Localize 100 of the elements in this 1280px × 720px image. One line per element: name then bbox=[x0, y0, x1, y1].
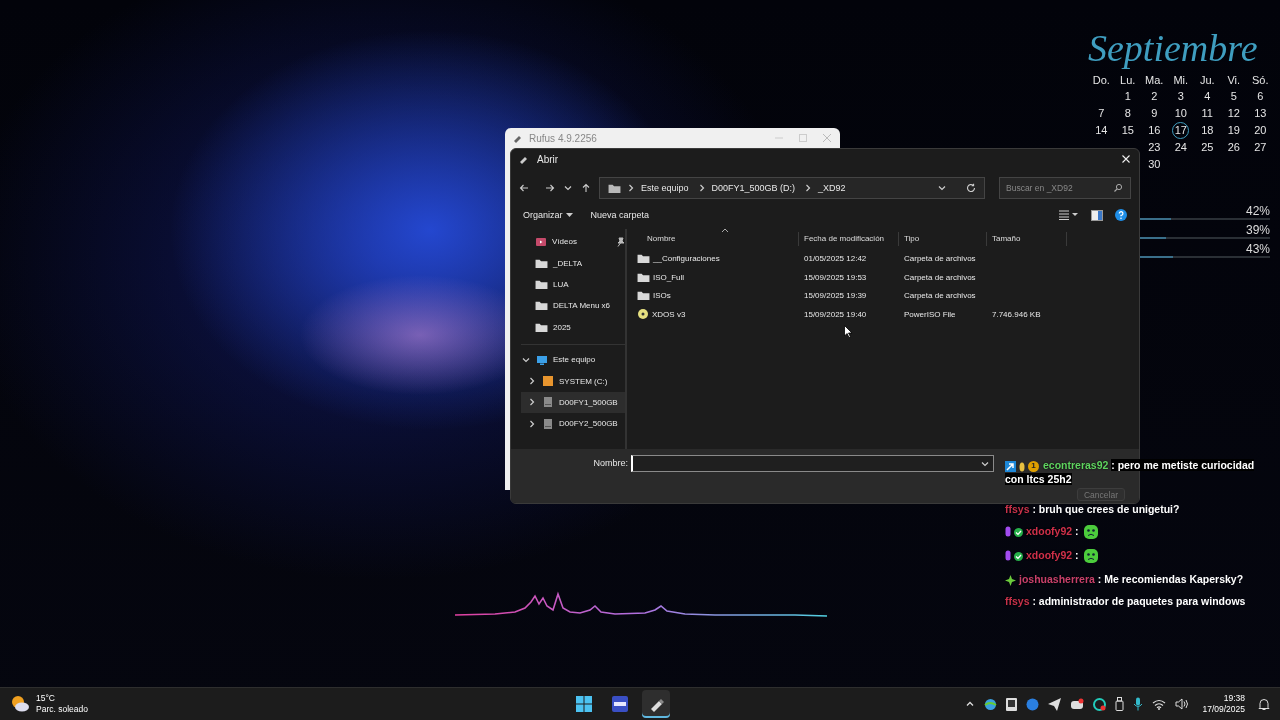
speaker-icon[interactable] bbox=[1175, 698, 1190, 710]
breadcrumb[interactable]: D00FY1_500GB (D:) bbox=[711, 183, 796, 193]
filename-field[interactable] bbox=[631, 455, 994, 472]
help-icon[interactable] bbox=[1115, 209, 1127, 221]
file-name[interactable]: ISOs bbox=[653, 291, 671, 301]
weekday-label: Lu. bbox=[1119, 74, 1137, 88]
usb-drive-icon[interactable] bbox=[1115, 697, 1125, 711]
preview-pane-icon[interactable] bbox=[1091, 209, 1103, 221]
address-dropdown-icon[interactable] bbox=[937, 183, 947, 193]
back-arrow-icon[interactable] bbox=[519, 183, 529, 193]
chat-message: : bbox=[1075, 549, 1079, 562]
chat-username: xdoofy92 bbox=[1026, 549, 1073, 562]
toolbar-button[interactable]: Organizar bbox=[523, 210, 573, 220]
sidebar-item[interactable]: DELTA Menu x6 bbox=[521, 295, 625, 317]
calendar-day: 15 bbox=[1121, 122, 1134, 139]
game-launcher-icon[interactable] bbox=[1006, 697, 1018, 711]
weekday-label: Do. bbox=[1091, 74, 1111, 88]
chevron-up-icon[interactable] bbox=[965, 699, 976, 709]
clock-time: 19:38 bbox=[1223, 693, 1245, 704]
sidebar-item[interactable]: Este equipo bbox=[521, 348, 625, 371]
refresh-icon[interactable] bbox=[966, 183, 976, 193]
column-header[interactable]: Fecha de modificación bbox=[799, 232, 899, 246]
chat-message: : bruh que crees de unigetui? bbox=[1032, 503, 1180, 515]
chat-message: : bbox=[1075, 525, 1079, 537]
file-name[interactable]: __Configuraciones bbox=[653, 253, 720, 263]
microphone-badge-icon bbox=[1005, 526, 1011, 539]
sidebar-item[interactable]: Vídeos bbox=[521, 231, 625, 253]
calendar-day: 2 bbox=[1151, 88, 1158, 105]
calendar-day: 13 bbox=[1254, 105, 1267, 122]
sidebar-item[interactable]: D00FY1_500GB bbox=[521, 391, 625, 414]
column-header[interactable]: Nombre bbox=[627, 232, 799, 246]
weather-condition: Parc. soleado bbox=[36, 704, 88, 715]
recent-locations-icon[interactable] bbox=[563, 183, 573, 193]
calendar-month: Septiembre bbox=[1088, 26, 1258, 71]
weekday-label: Mi. bbox=[1172, 74, 1190, 88]
file-type: PowerISO File bbox=[903, 309, 957, 319]
calendar-day: 6 bbox=[1257, 88, 1264, 105]
temperature: 15°C bbox=[36, 693, 56, 704]
sidebar-item[interactable]: 2025 bbox=[521, 316, 625, 338]
weekday-label: Ju. bbox=[1198, 74, 1216, 88]
calendar-day: 10 bbox=[1174, 105, 1187, 122]
window-title: Rufus 4.9.2256 bbox=[529, 132, 597, 144]
notification-bell-icon[interactable] bbox=[1258, 697, 1270, 711]
calendar-day: 18 bbox=[1201, 122, 1214, 139]
caret-icon bbox=[565, 212, 573, 218]
usage-reading: 43% bbox=[1245, 242, 1270, 256]
folder-icon bbox=[535, 300, 548, 312]
file-size: 7.746.946 KB bbox=[991, 309, 1042, 319]
view-options-icon[interactable] bbox=[1059, 210, 1079, 220]
chat-username: ffsys bbox=[1005, 503, 1030, 515]
chevron-right-icon[interactable] bbox=[527, 418, 537, 429]
forward-arrow-icon[interactable] bbox=[545, 183, 555, 193]
folder-icon bbox=[637, 252, 650, 264]
shield-icon[interactable] bbox=[1026, 697, 1040, 711]
folder-icon bbox=[608, 182, 621, 194]
disc-icon bbox=[637, 308, 649, 321]
modified-date: 01/05/2025 12:42 bbox=[803, 253, 868, 263]
chat-username: xdoofy92 bbox=[1026, 525, 1073, 537]
file-name[interactable]: ISO_Full bbox=[653, 272, 685, 282]
address-bar[interactable]: Este equipo D00FY1_500GB (D:) _XD92 bbox=[599, 177, 985, 199]
calendar-day: 11 bbox=[1201, 105, 1213, 122]
chevron-right-icon[interactable] bbox=[527, 397, 537, 408]
sparkle-badge-icon bbox=[1005, 575, 1016, 587]
taskbar-app-button[interactable] bbox=[642, 690, 670, 718]
drive-icon bbox=[542, 417, 554, 430]
app-icon[interactable] bbox=[1093, 697, 1107, 711]
computer-icon bbox=[536, 353, 548, 366]
gamepad-icon[interactable] bbox=[1070, 697, 1085, 711]
sidebar-item[interactable]: _DELTA bbox=[521, 252, 625, 274]
clock-date: 17/09/2025 bbox=[1202, 704, 1245, 715]
column-header[interactable]: Tamaño bbox=[987, 232, 1067, 246]
microphone-icon[interactable] bbox=[1133, 697, 1144, 711]
paper-plane-icon[interactable] bbox=[1048, 697, 1062, 711]
sidebar-item[interactable]: LUA bbox=[521, 273, 625, 296]
toolbar-button[interactable]: Nueva carpeta bbox=[590, 210, 650, 220]
weekday-label: Vi. bbox=[1226, 74, 1242, 88]
folder-icon bbox=[637, 271, 650, 283]
breadcrumb[interactable]: _XD92 bbox=[818, 183, 846, 193]
search-icon bbox=[1113, 183, 1123, 193]
globe-icon[interactable] bbox=[984, 697, 998, 711]
check-badge-icon bbox=[1014, 527, 1023, 537]
calendar-day: 24 bbox=[1174, 139, 1187, 156]
chat-message: : administrador de paquetes para windows bbox=[1032, 595, 1246, 608]
drive-icon bbox=[542, 396, 554, 409]
file-type: Carpeta de archivos bbox=[903, 272, 977, 282]
column-header[interactable]: Tipo bbox=[899, 232, 987, 246]
sidebar-item[interactable]: D00FY2_500GB bbox=[521, 413, 625, 435]
wifi-icon[interactable] bbox=[1152, 698, 1167, 710]
modified-date: 15/09/2025 19:39 bbox=[803, 291, 868, 301]
search-field[interactable]: Buscar en _XD92 bbox=[999, 177, 1131, 199]
drive-icon bbox=[542, 375, 554, 388]
file-name[interactable]: XDOS v3 bbox=[652, 309, 686, 319]
calendar-day: 20 bbox=[1254, 122, 1267, 139]
calendar-day: 30 bbox=[1148, 156, 1161, 173]
chevron-right-icon[interactable] bbox=[527, 376, 537, 387]
prime-badge-icon bbox=[1005, 460, 1016, 472]
calendar-day: 27 bbox=[1254, 139, 1267, 156]
sidebar-item[interactable]: SYSTEM (C:) bbox=[521, 370, 625, 392]
breadcrumb[interactable]: Este equipo bbox=[641, 183, 689, 193]
up-arrow-icon[interactable] bbox=[581, 183, 591, 193]
